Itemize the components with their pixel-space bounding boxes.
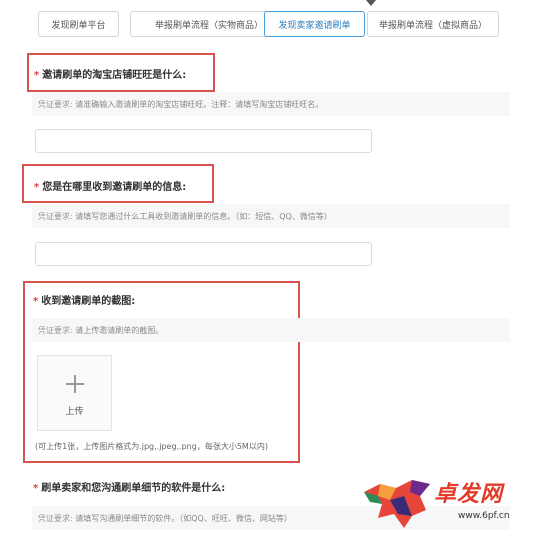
- watermark-brand: 卓发网: [434, 481, 504, 507]
- required-mark: *: [33, 296, 39, 307]
- hint-text: 请填写您通过什么工具收到邀请刷单的信息。（如：短信、QQ、微信等）: [75, 211, 332, 221]
- tab-report-virtual[interactable]: 举报刷单流程（虚拟商品）: [367, 11, 499, 37]
- question-3-hint: 凭证要求: 请上传邀请刷单的截图。: [32, 318, 510, 342]
- shop-wangwang-input[interactable]: [35, 129, 372, 153]
- hint-text: 请填写沟通刷单细节的软件。（如QQ、旺旺、微信、网站等）: [75, 513, 292, 523]
- dropdown-caret-icon: [366, 0, 376, 6]
- question-1-label: 邀请刷单的淘宝店铺旺旺是什么:: [42, 70, 187, 81]
- tab-seller-invite[interactable]: 发现卖家邀请刷单: [264, 11, 365, 37]
- hint-prefix: 凭证要求:: [38, 211, 73, 221]
- watermark-url: www.6pf.cn: [458, 511, 510, 521]
- question-4-title: * 刷单卖家和您沟通刷单细节的软件是什么:: [33, 479, 225, 494]
- question-2-label: 您是在哪里收到邀请刷单的信息:: [42, 182, 187, 193]
- plus-icon: [74, 375, 76, 393]
- hint-prefix: 凭证要求:: [38, 513, 73, 523]
- required-mark: *: [33, 483, 39, 494]
- question-1-title: * 邀请刷单的淘宝店铺旺旺是什么:: [34, 66, 186, 81]
- required-mark: *: [34, 182, 40, 193]
- hint-text: 请准确输入邀请刷单的淘宝店铺旺旺。注释：请填写淘宝店铺旺旺名。: [75, 99, 324, 109]
- tab-find-platform[interactable]: 发现刷单平台: [38, 11, 119, 37]
- upload-note: (可上传1张，上传图片格式为.jpg,.jpeg,.png，每张大小5M以内): [35, 442, 268, 451]
- message-source-input[interactable]: [35, 242, 372, 266]
- hint-prefix: 凭证要求:: [38, 325, 73, 335]
- question-4-label: 刷单卖家和您沟通刷单细节的软件是什么:: [41, 483, 226, 494]
- hint-prefix: 凭证要求:: [38, 99, 73, 109]
- question-1-hint: 凭证要求: 请准确输入邀请刷单的淘宝店铺旺旺。注释：请填写淘宝店铺旺旺名。: [32, 92, 510, 116]
- watermark-bull-logo-icon: [364, 480, 430, 528]
- question-3-label: 收到邀请刷单的截图:: [41, 296, 136, 307]
- required-mark: *: [34, 70, 40, 81]
- hint-text: 请上传邀请刷单的截图。: [75, 325, 164, 335]
- upload-button[interactable]: 上传: [37, 355, 112, 431]
- question-2-title: * 您是在哪里收到邀请刷单的信息:: [34, 178, 186, 193]
- question-3-title: * 收到邀请刷单的截图:: [33, 292, 135, 307]
- upload-label: 上传: [65, 407, 84, 417]
- question-2-hint: 凭证要求: 请填写您通过什么工具收到邀请刷单的信息。（如：短信、QQ、微信等）: [32, 204, 510, 228]
